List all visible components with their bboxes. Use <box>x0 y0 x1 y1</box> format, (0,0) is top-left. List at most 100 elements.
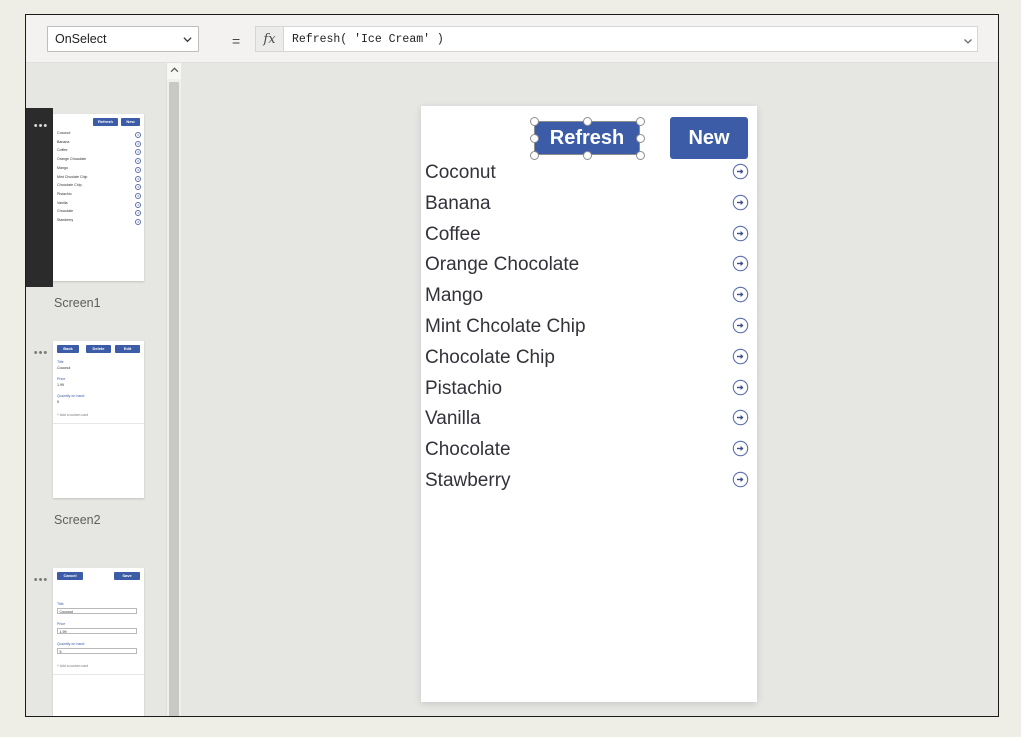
thumb-refresh-button: Refresh <box>93 118 118 126</box>
chevron-down-icon <box>183 35 192 44</box>
gallery-row-label: Chocolate Chip <box>425 346 555 368</box>
circle-arrow-right-icon[interactable] <box>732 255 749 272</box>
property-dropdown-value: OnSelect <box>55 32 107 46</box>
screen-label-2: Screen2 <box>54 513 101 527</box>
rail-scrollbar[interactable] <box>166 63 181 716</box>
thumb-field-value: 1.99 <box>57 383 64 387</box>
circle-arrow-right-icon[interactable] <box>732 471 749 488</box>
thumb-form-button: Save <box>114 572 140 580</box>
thumb-gallery-row: Stawberry <box>57 218 74 222</box>
chevron-up-icon[interactable] <box>167 63 181 79</box>
screen-selected-strip <box>26 108 53 287</box>
circle-arrow-right-icon[interactable] <box>732 317 749 334</box>
ellipsis-icon[interactable]: ••• <box>30 348 52 359</box>
gallery-row-label: Coconut <box>425 162 496 183</box>
circle-arrow-right-icon[interactable] <box>732 440 749 457</box>
thumb-form-button: Cancel <box>57 572 83 580</box>
thumb-divider <box>53 674 144 675</box>
ellipsis-icon[interactable]: ••• <box>30 575 52 586</box>
thumb-field-value: 5 <box>57 400 59 404</box>
thumb-circle-arrow-right-icon <box>135 166 141 173</box>
gallery-row-label: Vanilla <box>425 408 481 430</box>
thumb-form-button: Delete <box>86 345 111 353</box>
gallery-row[interactable]: Vanilla <box>421 403 757 434</box>
thumb-gallery-row: Vanilla <box>57 200 68 205</box>
thumb-add-custom-card: + Add a custom card <box>57 413 89 417</box>
circle-arrow-right-icon[interactable] <box>732 348 749 365</box>
gallery-row-label: Pistachio <box>425 377 503 399</box>
gallery-row-label: Stawberry <box>425 470 511 491</box>
gallery-row[interactable]: Banana <box>421 188 757 219</box>
gallery-row[interactable]: Chocolate Chip <box>421 342 757 373</box>
thumb-gallery-row: Mango <box>57 165 68 170</box>
rail-gap <box>181 63 189 716</box>
circle-arrow-right-icon[interactable] <box>732 409 749 426</box>
thumb-circle-arrow-right-icon <box>135 132 141 138</box>
circle-arrow-right-icon[interactable] <box>732 286 749 303</box>
gallery-row[interactable]: Mint Chcolate Chip <box>421 311 757 342</box>
formula-bar: OnSelect = fx Refresh( 'Ice Cream' ) <box>26 15 998 63</box>
circle-arrow-right-icon[interactable] <box>732 163 749 180</box>
thumb-divider <box>53 423 144 424</box>
gallery-row[interactable]: Stawberry <box>421 465 757 496</box>
circle-arrow-right-icon[interactable] <box>732 194 749 211</box>
gallery-row-label: Mango <box>425 285 484 307</box>
formula-input[interactable]: Refresh( 'Ice Cream' ) <box>283 26 978 52</box>
gallery-row[interactable]: Chocolate <box>421 434 757 465</box>
screen-thumbnail-rail: ••• Refresh New Coconut Banana Coffee Orange C… <box>26 63 166 716</box>
formula-expand-icon[interactable] <box>963 36 973 46</box>
gallery-row[interactable]: Pistachio <box>421 373 757 404</box>
thumb-field-label: Quantity on hand <box>57 394 85 398</box>
property-dropdown[interactable]: OnSelect <box>47 26 199 52</box>
ellipsis-icon[interactable]: ••• <box>30 121 52 132</box>
gallery-row-label: Orange Chocolate <box>425 254 580 276</box>
new-button[interactable]: New <box>670 117 748 159</box>
thumb-field-label: Title <box>57 602 64 606</box>
thumb-gallery-row: Coffee <box>57 148 68 153</box>
thumb-field-label: Quantity on hand <box>57 642 85 646</box>
thumb-field-label: Price <box>57 377 66 381</box>
app-canvas: Refresh New Coconut Banana Coffee Orange Ch… <box>421 106 757 702</box>
thumb-gallery-row: Coconut <box>57 131 71 135</box>
screen-thumbnail-1[interactable]: Refresh New Coconut Banana Coffee Orange Choc… <box>53 114 144 281</box>
circle-arrow-right-icon[interactable] <box>732 379 749 396</box>
thumb-circle-arrow-right-icon <box>135 158 141 165</box>
thumb-gallery-row: Orange Chocolate <box>57 157 87 162</box>
circle-arrow-right-icon[interactable] <box>732 225 749 242</box>
thumb-circle-arrow-right-icon <box>135 210 141 217</box>
thumb-field-input: 1.99 <box>57 628 137 634</box>
thumb-field-value: Coconut <box>57 366 71 370</box>
gallery-row[interactable]: Orange Chocolate <box>421 249 757 280</box>
thumb-gallery-row: Banana <box>57 139 70 144</box>
gallery-row[interactable]: Coffee <box>421 219 757 250</box>
canvas-area: Refresh New Coconut Banana Coffee Orange Ch… <box>189 63 998 716</box>
thumb-circle-arrow-right-icon <box>135 175 141 182</box>
gallery-row-label: Chocolate <box>425 439 511 461</box>
thumb-circle-arrow-right-icon <box>135 149 141 156</box>
gallery-row[interactable]: Coconut <box>421 157 757 188</box>
fx-icon[interactable]: fx <box>255 26 283 52</box>
thumb-circle-arrow-right-icon <box>135 192 141 199</box>
thumb-form-button: Back <box>57 345 79 353</box>
gallery-row[interactable]: Mango <box>421 280 757 311</box>
refresh-button[interactable]: Refresh <box>534 121 640 155</box>
thumb-gallery-row: Chocolate Chip <box>57 183 82 188</box>
thumb-circle-arrow-right-icon <box>135 219 141 225</box>
equals-sign: = <box>232 33 241 49</box>
thumb-gallery-row: Pistachio <box>57 191 72 196</box>
thumb-circle-arrow-right-icon <box>135 140 141 147</box>
thumb-new-button: New <box>121 118 140 126</box>
thumb-field-label: Price <box>57 622 66 626</box>
thumb-field-input: 5 <box>57 648 137 654</box>
gallery-row-label: Coffee <box>425 223 481 245</box>
work-area: ••• Refresh New Coconut Banana Coffee Orange C… <box>26 63 998 716</box>
gallery-row-label: Mint Chcolate Chip <box>425 316 586 337</box>
screen-thumbnail-3[interactable]: Cancel Save Title Coconut Price 1.99 Quantity … <box>53 568 144 716</box>
thumb-field-input: Coconut <box>57 608 137 614</box>
screen-thumbnail-2[interactable]: Back Delete Edit Title Coconut Price 1.99 Quant… <box>53 341 144 498</box>
thumb-gallery-row: Chocolate <box>57 209 74 214</box>
formula-text: Refresh( 'Ice Cream' ) <box>292 33 444 46</box>
thumb-add-custom-card: + Add a custom card <box>57 664 89 668</box>
rail-scrollbar-thumb[interactable] <box>169 82 179 716</box>
thumb-circle-arrow-right-icon <box>135 184 141 191</box>
